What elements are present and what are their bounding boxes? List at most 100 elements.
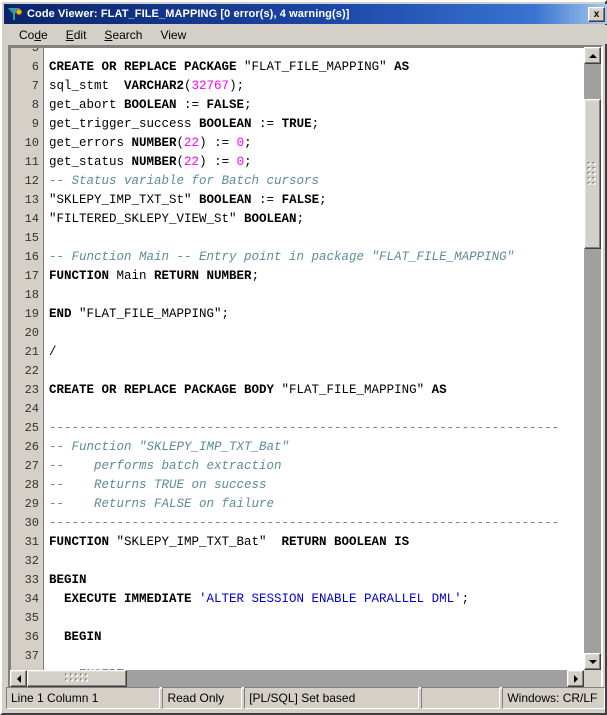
line-number: 26 bbox=[24, 440, 39, 454]
code-token-kw: AS bbox=[431, 383, 447, 397]
code-line: 27 -- performs batch extraction bbox=[11, 457, 584, 476]
code-token-pl: ; bbox=[251, 269, 260, 283]
scroll-right-button[interactable] bbox=[567, 670, 584, 687]
code-token-pl: ( bbox=[184, 79, 192, 93]
arrow-up-icon bbox=[588, 53, 597, 58]
code-line: 37 bbox=[11, 647, 584, 666]
code-text: sql_stmt VARCHAR2(32767); bbox=[49, 77, 244, 96]
code-text: -- performs batch extraction bbox=[49, 457, 282, 476]
code-token-pl: ( bbox=[176, 136, 185, 150]
code-token-kw: END bbox=[49, 307, 80, 321]
code-text: ----------------------------------------… bbox=[49, 514, 559, 533]
line-number: 17 bbox=[24, 269, 39, 283]
line-number: 19 bbox=[24, 307, 39, 321]
line-number: 6 bbox=[31, 60, 39, 74]
line-number: 33 bbox=[24, 573, 39, 587]
code-token-pl: ; bbox=[296, 212, 305, 226]
code-token-pl: ; bbox=[311, 117, 320, 131]
grip-dots-icon bbox=[66, 674, 88, 683]
code-token-cmt: -- Function Main -- Entry point in packa… bbox=[49, 250, 515, 264]
close-button[interactable]: x bbox=[588, 6, 605, 22]
code-text: -- Returns TRUE on success bbox=[49, 476, 267, 495]
arrow-down-icon bbox=[588, 659, 597, 664]
code-token-cmt: -- Returns TRUE on success bbox=[49, 478, 267, 492]
scroll-down-button[interactable] bbox=[584, 653, 601, 670]
code-token-kw: BOOLEAN bbox=[199, 117, 252, 131]
code-token-pl: "SKLEPY_IMP_TXT_St" bbox=[49, 193, 200, 207]
code-token-kw: EXECUTE IMMEDIATE bbox=[49, 592, 200, 606]
code-viewport[interactable]: 5 6 CREATE OR REPLACE PACKAGE "FLAT_FILE_M… bbox=[10, 47, 584, 670]
status-bar: Line 1 Column 1 Read Only [PL/SQL] Set bas… bbox=[6, 687, 605, 709]
scroll-up-button[interactable] bbox=[584, 47, 601, 64]
code-token-pl: ( bbox=[176, 155, 185, 169]
line-number: 5 bbox=[31, 47, 39, 55]
scroll-left-button[interactable] bbox=[10, 670, 27, 687]
code-token-num: 32767 bbox=[191, 79, 230, 93]
line-number: 28 bbox=[24, 478, 39, 492]
horizontal-scroll-thumb[interactable] bbox=[27, 670, 127, 687]
code-line: 15 bbox=[11, 229, 584, 248]
code-text: -- Status variable for Batch cursors bbox=[49, 172, 319, 191]
code-token-pl: Main bbox=[116, 269, 155, 283]
code-token-kw: AS bbox=[394, 60, 410, 74]
code-text: ----------------------------------------… bbox=[49, 419, 559, 438]
status-cell-1: Read Only bbox=[162, 687, 243, 709]
menu-item-view[interactable]: View bbox=[151, 27, 195, 43]
code-line: 7 sql_stmt VARCHAR2(32767); bbox=[11, 77, 584, 96]
line-number: 15 bbox=[24, 231, 39, 245]
status-cell-0: Line 1 Column 1 bbox=[6, 687, 161, 709]
code-text: END "FLAT_FILE_MAPPING"; bbox=[49, 305, 229, 324]
vertical-scrollbar[interactable] bbox=[584, 47, 601, 670]
code-text: CREATE OR REPLACE PACKAGE BODY "FLAT_FIL… bbox=[49, 381, 447, 400]
line-number: 20 bbox=[24, 326, 39, 340]
menu-item-code[interactable]: Code bbox=[10, 27, 57, 43]
code-line: 26 -- Function "SKLEPY_IMP_TXT_Bat" bbox=[11, 438, 584, 457]
line-number: 24 bbox=[24, 402, 39, 416]
line-number: 14 bbox=[24, 212, 39, 226]
editor-inner: 5 6 CREATE OR REPLACE PACKAGE "FLAT_FILE_M… bbox=[10, 47, 601, 687]
code-line: 28 -- Returns TRUE on success bbox=[11, 476, 584, 495]
menu-label-post: dit bbox=[73, 27, 87, 42]
code-token-num: 0 bbox=[236, 136, 245, 150]
code-line: 20 bbox=[11, 324, 584, 343]
code-token-kw: FALSE bbox=[206, 98, 245, 112]
code-token-pl: ; bbox=[319, 193, 327, 207]
code-line: 11 get_status NUMBER(22) := 0; bbox=[11, 153, 584, 172]
line-number: 34 bbox=[24, 592, 39, 606]
code-token-pl: / bbox=[49, 345, 57, 359]
horizontal-scrollbar[interactable] bbox=[10, 670, 584, 687]
code-text: CREATE OR REPLACE PACKAGE "FLAT_FILE_MAP… bbox=[49, 58, 409, 77]
code-line: 16 -- Function Main -- Entry point in pac… bbox=[11, 248, 584, 267]
line-number: 11 bbox=[24, 155, 39, 169]
code-line: 34 EXECUTE IMMEDIATE 'ALTER SESSION ENAB… bbox=[11, 590, 584, 609]
code-token-str: 'ALTER SESSION ENABLE PARALLEL DML' bbox=[199, 592, 462, 606]
grip-dots-icon bbox=[588, 163, 597, 185]
code-token-pl: get_status bbox=[49, 155, 132, 169]
code-token-kw: CREATE OR REPLACE PACKAGE BODY bbox=[49, 383, 282, 397]
code-token-pl: ; bbox=[461, 592, 470, 606]
code-line: 19 END "FLAT_FILE_MAPPING"; bbox=[11, 305, 584, 324]
code-line: 12 -- Status variable for Batch cursors bbox=[11, 172, 584, 191]
code-token-num: 0 bbox=[236, 155, 245, 169]
code-text: -- Function Main -- Entry point in packa… bbox=[49, 248, 514, 267]
code-token-pl: := bbox=[251, 193, 282, 207]
code-text: / bbox=[49, 343, 57, 362]
code-token-kw: FUNCTION bbox=[49, 535, 117, 549]
code-token-kw: BOOLEAN bbox=[124, 98, 177, 112]
code-text: EXECUTE IMMEDIATE 'ALTER SESSION ENABLE … bbox=[49, 590, 469, 609]
code-token-kw: CREATE OR REPLACE PACKAGE bbox=[49, 60, 245, 74]
menu-item-search[interactable]: Search bbox=[95, 27, 151, 43]
menu-item-edit[interactable]: Edit bbox=[57, 27, 96, 43]
window-title: Code Viewer: FLAT_FILE_MAPPING [0 error(… bbox=[27, 8, 350, 20]
code-token-kw: RETURN BOOLEAN IS bbox=[281, 535, 410, 549]
code-line: 29 -- Returns FALSE on failure bbox=[11, 495, 584, 514]
code-token-kw: FALSE bbox=[281, 193, 320, 207]
menu-label-pre: View bbox=[160, 27, 187, 42]
code-lines: 5 6 CREATE OR REPLACE PACKAGE "FLAT_FILE_M… bbox=[11, 47, 584, 670]
line-number: 18 bbox=[24, 288, 39, 302]
vertical-scroll-thumb[interactable] bbox=[584, 99, 601, 249]
menu-label-post: e bbox=[41, 27, 48, 42]
code-token-pl: ; bbox=[244, 98, 252, 112]
code-token-kw: BOOLEAN bbox=[199, 193, 252, 207]
code-token-kw: RETURN NUMBER bbox=[154, 269, 252, 283]
